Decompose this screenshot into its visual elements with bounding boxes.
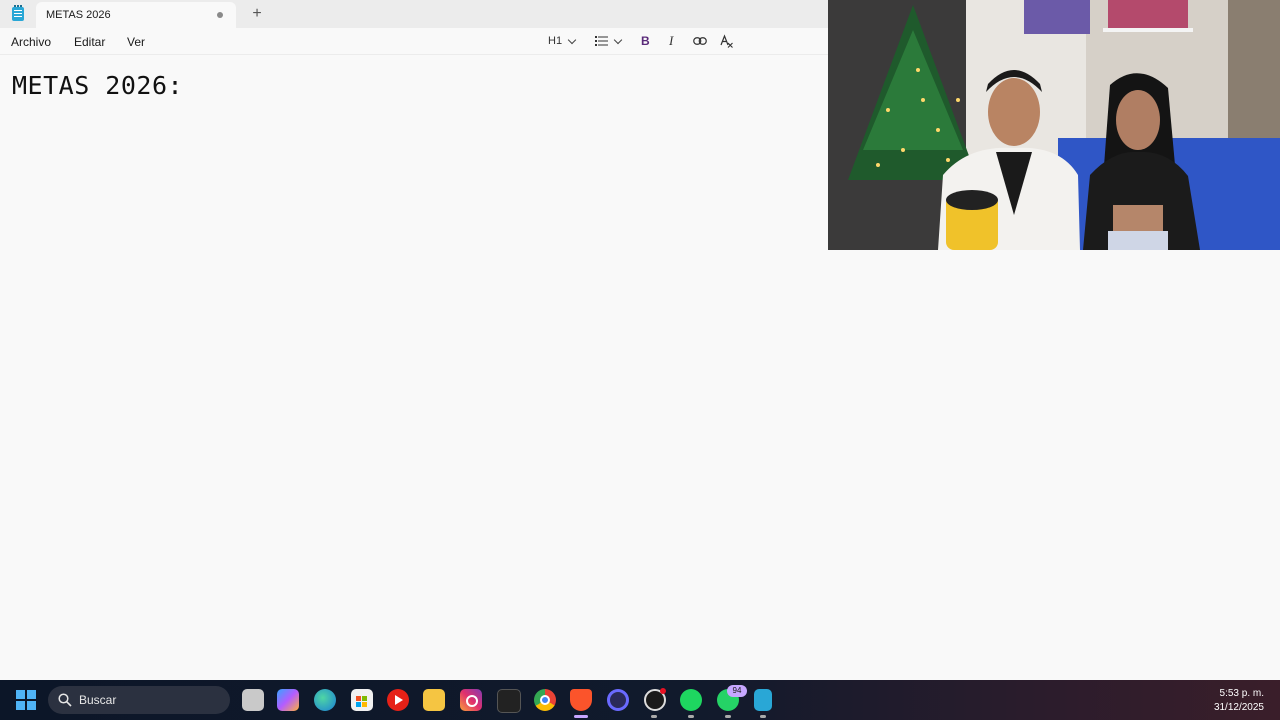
chevron-down-icon [613, 35, 623, 44]
clear-formatting-icon [720, 34, 733, 48]
clock-time: 5:53 p. m. [1219, 688, 1264, 699]
copilot-icon[interactable] [277, 689, 299, 711]
cortana-icon[interactable] [607, 689, 629, 711]
list-icon [595, 36, 608, 46]
document-heading[interactable]: METAS 2026: [12, 71, 183, 100]
menu-ver[interactable]: Ver [127, 35, 145, 49]
tab-title: METAS 2026 [46, 9, 111, 21]
notepad-app-icon [12, 5, 24, 21]
edge-icon[interactable] [314, 689, 336, 711]
new-tab-button[interactable]: + [248, 4, 266, 24]
start-icon-tile [27, 690, 36, 699]
store-icon[interactable] [351, 689, 373, 711]
brave-running-indicator [574, 715, 588, 718]
heading-dropdown[interactable]: H1 [548, 33, 577, 49]
whatsapp-running-indicator [725, 715, 731, 718]
whatsapp-badge: 94 [727, 685, 747, 697]
obs-recording-dot [660, 688, 666, 694]
spotify-icon[interactable] [680, 689, 702, 711]
menu-bar: Archivo Editar Ver H1 B I [0, 28, 830, 55]
tab-metas-2026[interactable]: METAS 2026 [36, 2, 236, 28]
list-dropdown[interactable] [595, 33, 623, 49]
task-view-icon[interactable] [242, 689, 264, 711]
link-icon [693, 37, 707, 45]
clear-formatting-button[interactable] [720, 33, 734, 49]
start-button[interactable] [16, 690, 36, 710]
taskbar-search[interactable]: Buscar [48, 686, 230, 714]
notepad-icon[interactable] [754, 689, 772, 711]
editor-area[interactable]: METAS 2026: [0, 55, 828, 680]
system-clock[interactable]: 5:53 p. m. 31/12/2025 [1214, 687, 1264, 715]
start-icon [16, 690, 25, 699]
unsaved-dot-icon[interactable] [217, 12, 223, 18]
file-explorer-icon[interactable] [423, 689, 445, 711]
italic-button[interactable]: I [669, 33, 673, 49]
youtube-icon[interactable] [387, 689, 409, 711]
webcam-overlay [828, 0, 1280, 250]
menu-editar[interactable]: Editar [74, 35, 105, 49]
bold-button[interactable]: B [641, 33, 650, 49]
link-button[interactable] [693, 33, 707, 49]
chevron-down-icon [567, 35, 577, 44]
search-icon [58, 693, 72, 707]
heading-label: H1 [548, 35, 563, 47]
webcam-scene [828, 0, 1280, 250]
clock-date: 31/12/2025 [1213, 702, 1264, 713]
menu-archivo[interactable]: Archivo [11, 35, 51, 49]
epic-games-icon[interactable] [497, 689, 521, 713]
notepad-running-indicator [760, 715, 766, 718]
search-placeholder: Buscar [79, 693, 117, 707]
chrome-icon[interactable] [534, 689, 556, 711]
taskbar: Buscar 94 5:53 p. m. 31/12/2025 [0, 680, 1280, 720]
obs-running-indicator [651, 715, 657, 718]
start-icon-tile [27, 701, 36, 710]
brave-icon[interactable] [570, 689, 592, 711]
spotify-running-indicator [688, 715, 694, 718]
instagram-icon[interactable] [460, 689, 482, 711]
start-icon-tile [16, 701, 25, 710]
